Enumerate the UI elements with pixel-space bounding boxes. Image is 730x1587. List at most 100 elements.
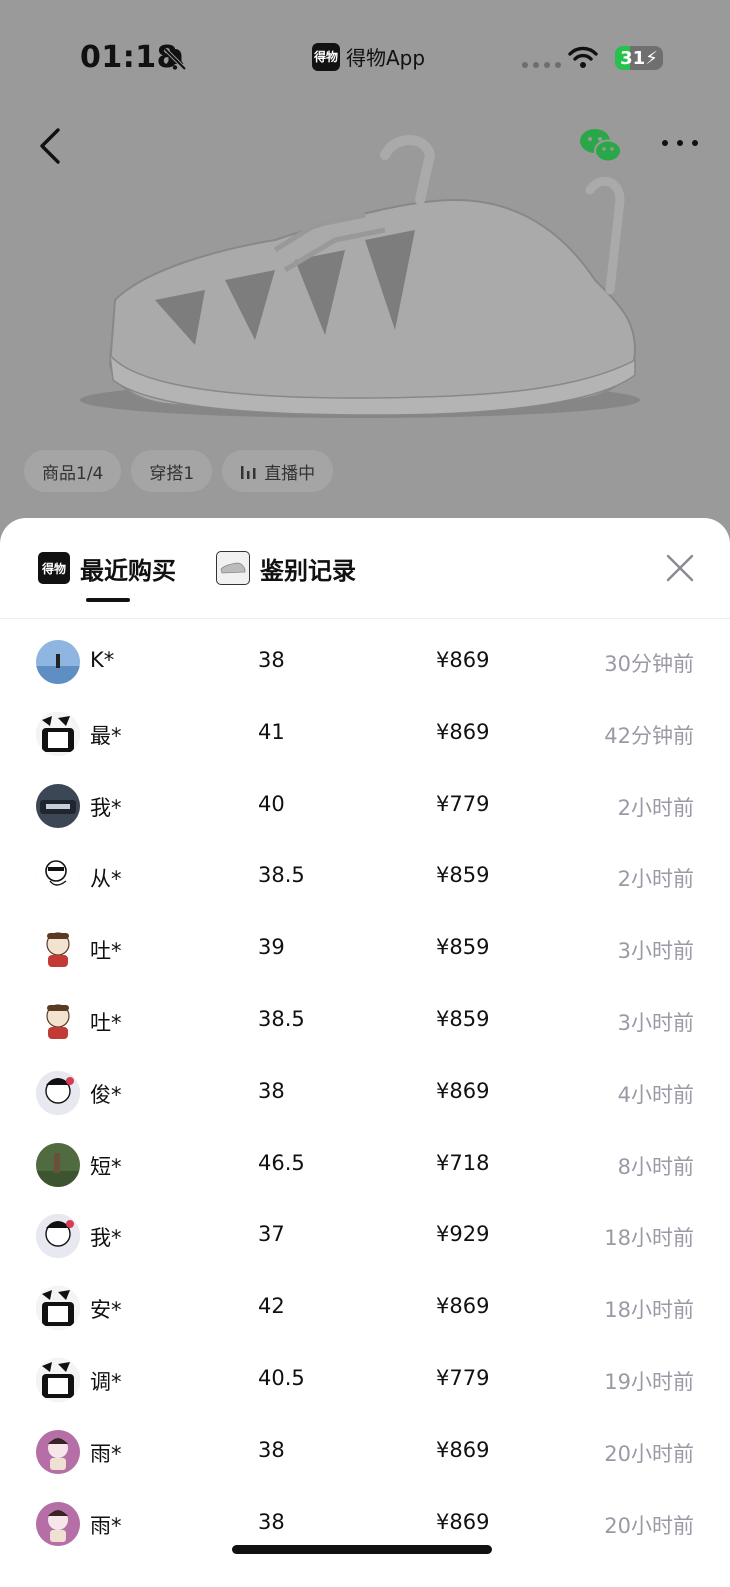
purchase-price: ¥859 — [436, 863, 490, 888]
purchase-row: 最* 41 ¥869 42分钟前 — [0, 698, 730, 770]
avatar — [36, 1357, 80, 1402]
chip-products[interactable]: 商品1/4 — [24, 450, 122, 492]
shoe-size: 42 — [258, 1294, 285, 1319]
purchase-time: 18小时前 — [604, 1226, 694, 1251]
buyer-name: 吐* — [90, 939, 122, 964]
tab-label: 鉴别记录 — [260, 556, 356, 585]
more-options-icon[interactable] — [662, 140, 698, 152]
buyer-name: 我* — [90, 1226, 122, 1251]
purchase-row: 短* 46.5 ¥718 8小时前 — [0, 1129, 730, 1201]
buyer-name: 调* — [90, 1369, 122, 1394]
tab-label: 最近购买 — [80, 556, 176, 585]
shoe-size: 38 — [258, 1437, 285, 1462]
home-indicator[interactable] — [232, 1545, 492, 1554]
purchase-time: 3小时前 — [617, 1010, 694, 1035]
buyer-name: 吐* — [90, 1010, 122, 1035]
shoe-size: 38.5 — [258, 863, 305, 888]
purchase-price: ¥859 — [436, 1006, 490, 1031]
shoe-size: 38 — [258, 1509, 285, 1534]
purchase-price: ¥869 — [436, 719, 490, 744]
buyer-name: K* — [90, 648, 115, 672]
back-arrow-icon[interactable] — [36, 126, 64, 166]
wifi-icon — [568, 46, 598, 68]
shoe-size: 40.5 — [258, 1365, 305, 1390]
purchase-time: 2小时前 — [617, 795, 694, 820]
purchase-list: K* 38 ¥869 30分钟前 最* 41 ¥869 42分钟前 我* 40 ¥779 2小时前 从*… — [0, 626, 730, 1559]
purchase-price: ¥718 — [436, 1150, 490, 1175]
buyer-name: 我* — [90, 795, 122, 820]
shoe-size: 41 — [258, 719, 285, 744]
avatar — [36, 1429, 80, 1474]
chip-outfits[interactable]: 穿搭1 — [131, 450, 213, 492]
shoe-size: 38.5 — [258, 1006, 305, 1031]
divider — [0, 618, 730, 619]
avatar — [36, 927, 80, 972]
purchase-time: 42分钟前 — [604, 723, 694, 748]
app-name: 得物App — [346, 46, 426, 70]
tab-recent-purchases[interactable]: 得物 最近购买 — [38, 548, 176, 602]
product-image[interactable] — [75, 130, 655, 430]
avatar — [36, 1214, 80, 1259]
purchase-price: ¥779 — [436, 791, 490, 816]
purchase-time: 19小时前 — [604, 1369, 694, 1394]
avatar — [36, 1070, 80, 1115]
buyer-name: 雨* — [90, 1513, 122, 1538]
purchase-time: 4小时前 — [617, 1082, 694, 1107]
battery-level: 31 — [620, 47, 646, 69]
purchase-price: ¥869 — [436, 1078, 490, 1103]
shoe-thumbnail-icon — [216, 551, 250, 585]
purchase-price: ¥929 — [436, 1222, 490, 1247]
return-to-app-badge[interactable]: 得物 得物App — [312, 42, 425, 71]
buyer-name: 安* — [90, 1298, 122, 1323]
purchase-row: 调* 40.5 ¥779 19小时前 — [0, 1344, 730, 1416]
purchase-price: ¥779 — [436, 1365, 490, 1390]
live-bars-icon — [241, 466, 256, 479]
chip-live[interactable]: 直播中 — [222, 450, 334, 492]
avatar — [36, 855, 80, 900]
cellular-signal-icon — [522, 62, 561, 68]
purchase-row: 我* 40 ¥779 2小时前 — [0, 770, 730, 842]
buyer-name: 短* — [90, 1154, 122, 1179]
purchase-row: K* 38 ¥869 30分钟前 — [0, 626, 730, 698]
product-chips: 商品1/4 穿搭1 直播中 — [24, 450, 334, 492]
purchase-time: 20小时前 — [604, 1441, 694, 1466]
avatar — [36, 783, 80, 828]
status-bar: 01:18 得物 得物App 31 ⚡ — [0, 40, 730, 80]
purchase-row: 吐* 38.5 ¥859 3小时前 — [0, 985, 730, 1057]
shoe-size: 38 — [258, 648, 285, 672]
purchase-time: 18小时前 — [604, 1298, 694, 1323]
bell-muted-icon — [163, 47, 187, 71]
purchase-price: ¥869 — [436, 1437, 490, 1462]
avatar — [36, 1286, 80, 1331]
buyer-name: 雨* — [90, 1441, 122, 1466]
purchase-row: 吐* 39 ¥859 3小时前 — [0, 913, 730, 985]
avatar — [36, 1501, 80, 1546]
buyer-name: 从* — [90, 867, 122, 892]
purchase-price: ¥859 — [436, 935, 490, 960]
dewu-logo-icon: 得物 — [312, 42, 340, 71]
purchase-row: 安* 42 ¥869 18小时前 — [0, 1272, 730, 1344]
purchase-time: 30分钟前 — [604, 652, 694, 676]
recent-purchases-sheet: 得物 最近购买 鉴别记录 K* 38 ¥869 30分钟前 最* 41 ¥869 42分钟前我… — [0, 518, 730, 1587]
purchase-time: 8小时前 — [617, 1154, 694, 1179]
active-tab-indicator — [86, 598, 130, 602]
battery-icon: 31 ⚡ — [615, 46, 663, 70]
purchase-row: 我* 37 ¥929 18小时前 — [0, 1200, 730, 1272]
avatar — [36, 640, 80, 684]
purchase-time: 20小时前 — [604, 1513, 694, 1538]
purchase-price: ¥869 — [436, 1509, 490, 1534]
shoe-size: 46.5 — [258, 1150, 305, 1175]
purchase-price: ¥869 — [436, 648, 490, 672]
close-icon[interactable] — [664, 552, 696, 584]
shoe-size: 39 — [258, 935, 285, 960]
buyer-name: 俊* — [90, 1082, 122, 1107]
screen: 01:18 得物 得物App 31 ⚡ 商品1/4 穿搭1 直播中 得物 最近购… — [0, 0, 730, 1587]
avatar — [36, 1142, 80, 1187]
tab-authentication-records[interactable]: 鉴别记录 — [216, 548, 356, 588]
shoe-size: 37 — [258, 1222, 285, 1247]
product-hero[interactable]: 01:18 得物 得物App 31 ⚡ 商品1/4 穿搭1 直播中 — [0, 0, 730, 540]
shoe-size: 40 — [258, 791, 285, 816]
purchase-row: 俊* 38 ¥869 4小时前 — [0, 1057, 730, 1129]
dewu-logo-icon: 得物 — [38, 552, 70, 584]
shoe-size: 38 — [258, 1078, 285, 1103]
